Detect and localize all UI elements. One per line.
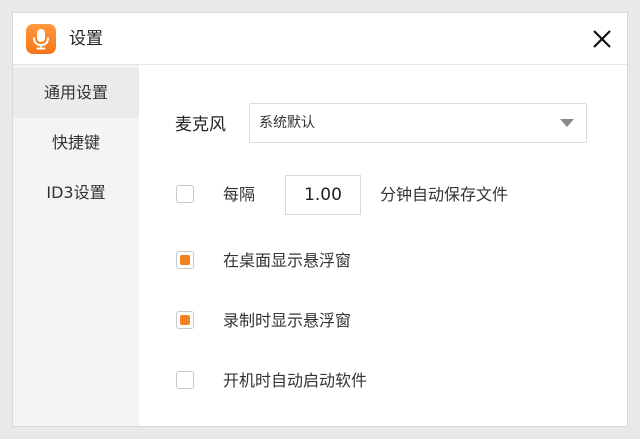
show-floating-recording-checkbox[interactable]: [176, 311, 194, 329]
microphone-select-value: 系统默认: [259, 115, 315, 131]
microphone-select[interactable]: 系统默认: [249, 103, 587, 143]
show-floating-recording-label: 录制时显示悬浮窗: [223, 311, 352, 330]
launch-on-startup-label: 开机时自动启动软件: [223, 371, 368, 390]
sidebar-item-shortcuts[interactable]: 快捷键: [13, 118, 139, 168]
autosave-prefix-label: 每隔: [223, 185, 256, 204]
sidebar-item-id3[interactable]: ID3设置: [13, 168, 139, 218]
sidebar-item-general[interactable]: 通用设置: [13, 68, 139, 118]
microphone-icon: [26, 24, 56, 54]
show-floating-desktop-checkbox[interactable]: [176, 251, 194, 269]
title-bar: 设置: [13, 13, 627, 65]
window-title: 设置: [69, 29, 103, 49]
autosave-suffix-label: 分钟自动保存文件: [380, 185, 509, 204]
general-settings-panel: 麦克风 系统默认 每隔 1.00 分钟自动保存文件 在桌面显示悬浮窗 录制时显示…: [139, 65, 627, 426]
autosave-checkbox[interactable]: [176, 185, 194, 203]
close-button[interactable]: [587, 24, 617, 54]
settings-window: 设置 通用设置 快捷键 ID3设置 麦克风 系统默认 每隔 1.00 分钟自动保…: [12, 12, 628, 427]
autosave-interval-input[interactable]: 1.00: [285, 175, 361, 215]
sidebar: 通用设置 快捷键 ID3设置: [13, 65, 139, 426]
chevron-down-icon: [560, 119, 574, 127]
show-floating-desktop-label: 在桌面显示悬浮窗: [223, 251, 352, 270]
microphone-label: 麦克风: [175, 115, 226, 135]
close-icon: [593, 30, 611, 48]
launch-on-startup-checkbox[interactable]: [176, 371, 194, 389]
